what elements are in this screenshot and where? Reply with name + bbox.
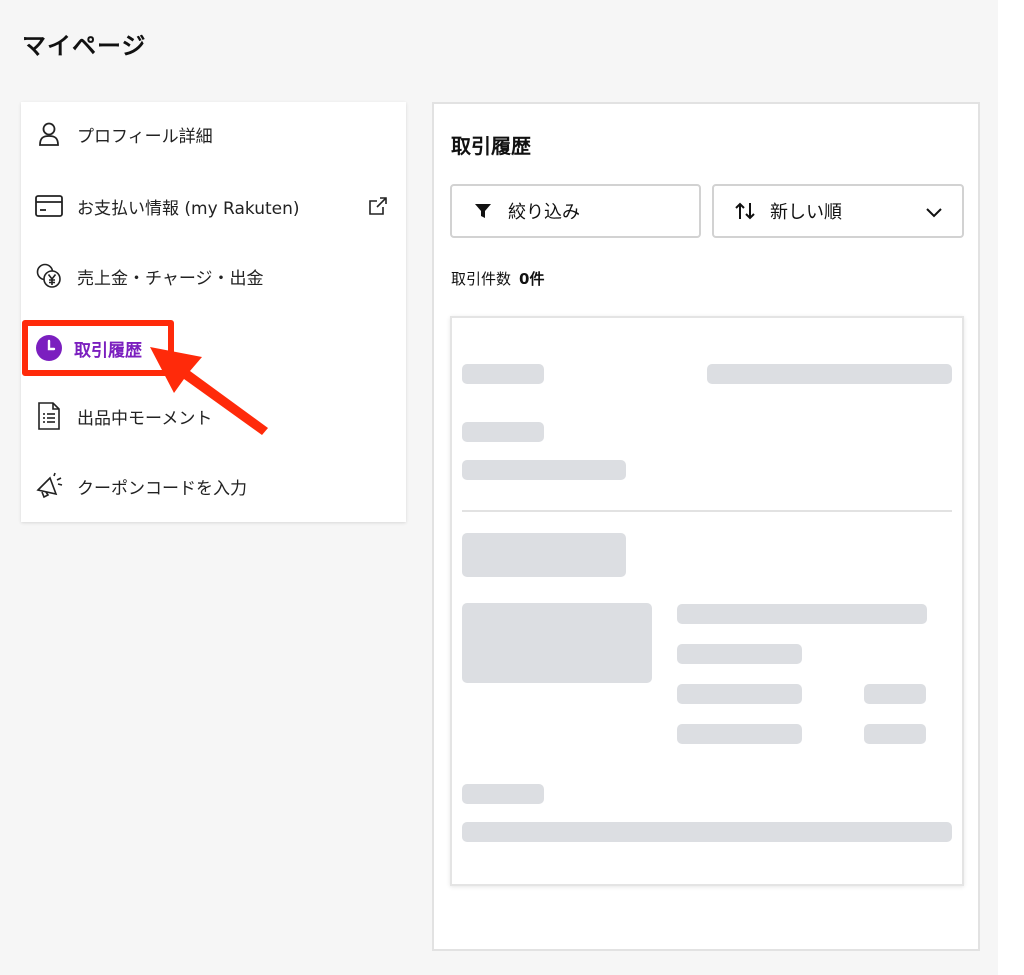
skeleton-block [462, 533, 626, 577]
filter-button-label: 絞り込み [508, 202, 580, 223]
panel-title: 取引履歴 [451, 134, 531, 158]
skeleton-bar [677, 684, 802, 704]
skeleton-image [462, 603, 652, 683]
sidebar-item-sales[interactable]: 売上金・チャージ・出金 [21, 246, 406, 306]
sort-select-label: 新しい順 [770, 202, 842, 223]
page-title: マイページ [22, 32, 147, 60]
annotation-arrow-icon [150, 347, 268, 435]
sidebar-item-label: クーポンコードを入力 [77, 478, 247, 499]
sidebar-item-label: 売上金・チャージ・出金 [77, 268, 264, 289]
skeleton-bar [677, 604, 927, 624]
person-icon [35, 120, 63, 148]
transaction-count: 取引件数 0件 [451, 268, 544, 289]
skeleton-bar [462, 364, 544, 384]
sidebar-item-payment[interactable]: お支払い情報 (my Rakuten) [21, 176, 406, 236]
sort-arrows-icon [734, 200, 756, 222]
transaction-count-value: 0件 [519, 270, 545, 288]
skeleton-bar [677, 724, 802, 744]
sidebar-item-label: プロフィール詳細 [77, 126, 213, 147]
coins-yen-icon [35, 262, 63, 290]
skeleton-bar [864, 684, 926, 704]
divider [462, 510, 952, 512]
filter-button[interactable]: 絞り込み [450, 184, 701, 238]
skeleton-bar [864, 724, 926, 744]
skeleton-bar [462, 784, 544, 804]
sidebar-menu: プロフィール詳細 お支払い情報 (my Rakuten) 売上金・チャージ・出金… [21, 102, 406, 522]
credit-card-icon [35, 192, 63, 220]
chevron-down-icon [924, 202, 944, 222]
external-link-icon [368, 196, 388, 216]
transaction-history-panel: 取引履歴 絞り込み 新しい順 取引件数 0件 [432, 102, 980, 951]
skeleton-bar [462, 822, 952, 842]
sidebar-item-profile[interactable]: プロフィール詳細 [21, 104, 406, 164]
skeleton-bar [707, 364, 952, 384]
skeleton-card [450, 316, 964, 886]
megaphone-icon [35, 472, 63, 500]
transaction-count-label: 取引件数 [451, 270, 512, 288]
document-list-icon [35, 402, 63, 430]
skeleton-bar [462, 460, 626, 480]
skeleton-bar [462, 422, 544, 442]
sort-select[interactable]: 新しい順 [712, 184, 964, 238]
skeleton-bar [677, 644, 802, 664]
filter-icon [472, 200, 494, 222]
sidebar-item-label: お支払い情報 (my Rakuten) [77, 198, 300, 219]
sidebar-item-coupon[interactable]: クーポンコードを入力 [21, 456, 406, 516]
